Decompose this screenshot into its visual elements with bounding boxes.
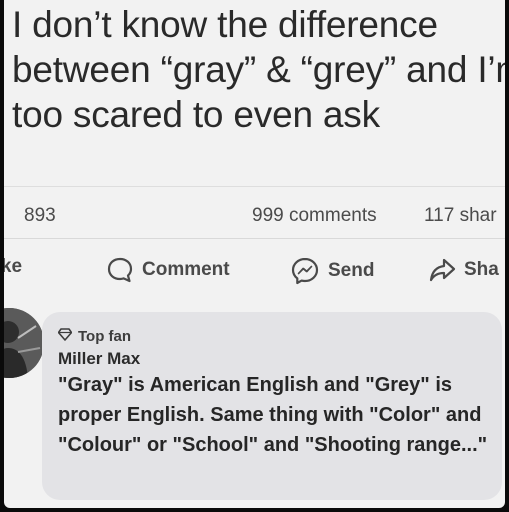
divider (4, 238, 505, 239)
send-button[interactable]: Send (290, 256, 374, 286)
comment-icon (106, 256, 134, 284)
top-fan-badge: Top fan (57, 328, 132, 345)
action-bar: Like Comment Send (4, 250, 505, 290)
comment-text: "Gray" is American English and "Grey" is… (58, 374, 488, 456)
share-arrow-icon (428, 256, 456, 284)
post-text: I don’t know the difference between “gra… (12, 4, 505, 135)
comments-count[interactable]: 999 comments (252, 205, 377, 227)
avatar[interactable] (4, 308, 44, 378)
badge-label: Top fan (78, 328, 132, 345)
comment-label: Comment (142, 259, 230, 280)
comment-author[interactable]: Miller Max (58, 349, 140, 369)
post-card: I don’t know the difference between “gra… (4, 0, 505, 508)
share-label: Sha (464, 259, 499, 280)
shares-count[interactable]: 117 shar (424, 205, 497, 227)
reactions-count[interactable]: 893 (24, 205, 56, 227)
comment-bubble: Top fan Miller Max "Gray" is American En… (42, 312, 502, 500)
post-stats: 893 999 comments 117 shar (4, 200, 505, 230)
comment-button[interactable]: Comment (106, 256, 230, 284)
divider (4, 186, 505, 187)
send-label: Send (328, 260, 375, 281)
diamond-icon (57, 328, 73, 345)
messenger-icon (290, 256, 320, 286)
like-button[interactable]: Like (4, 256, 22, 278)
like-label: Like (4, 256, 23, 277)
share-button[interactable]: Sha (428, 256, 499, 284)
